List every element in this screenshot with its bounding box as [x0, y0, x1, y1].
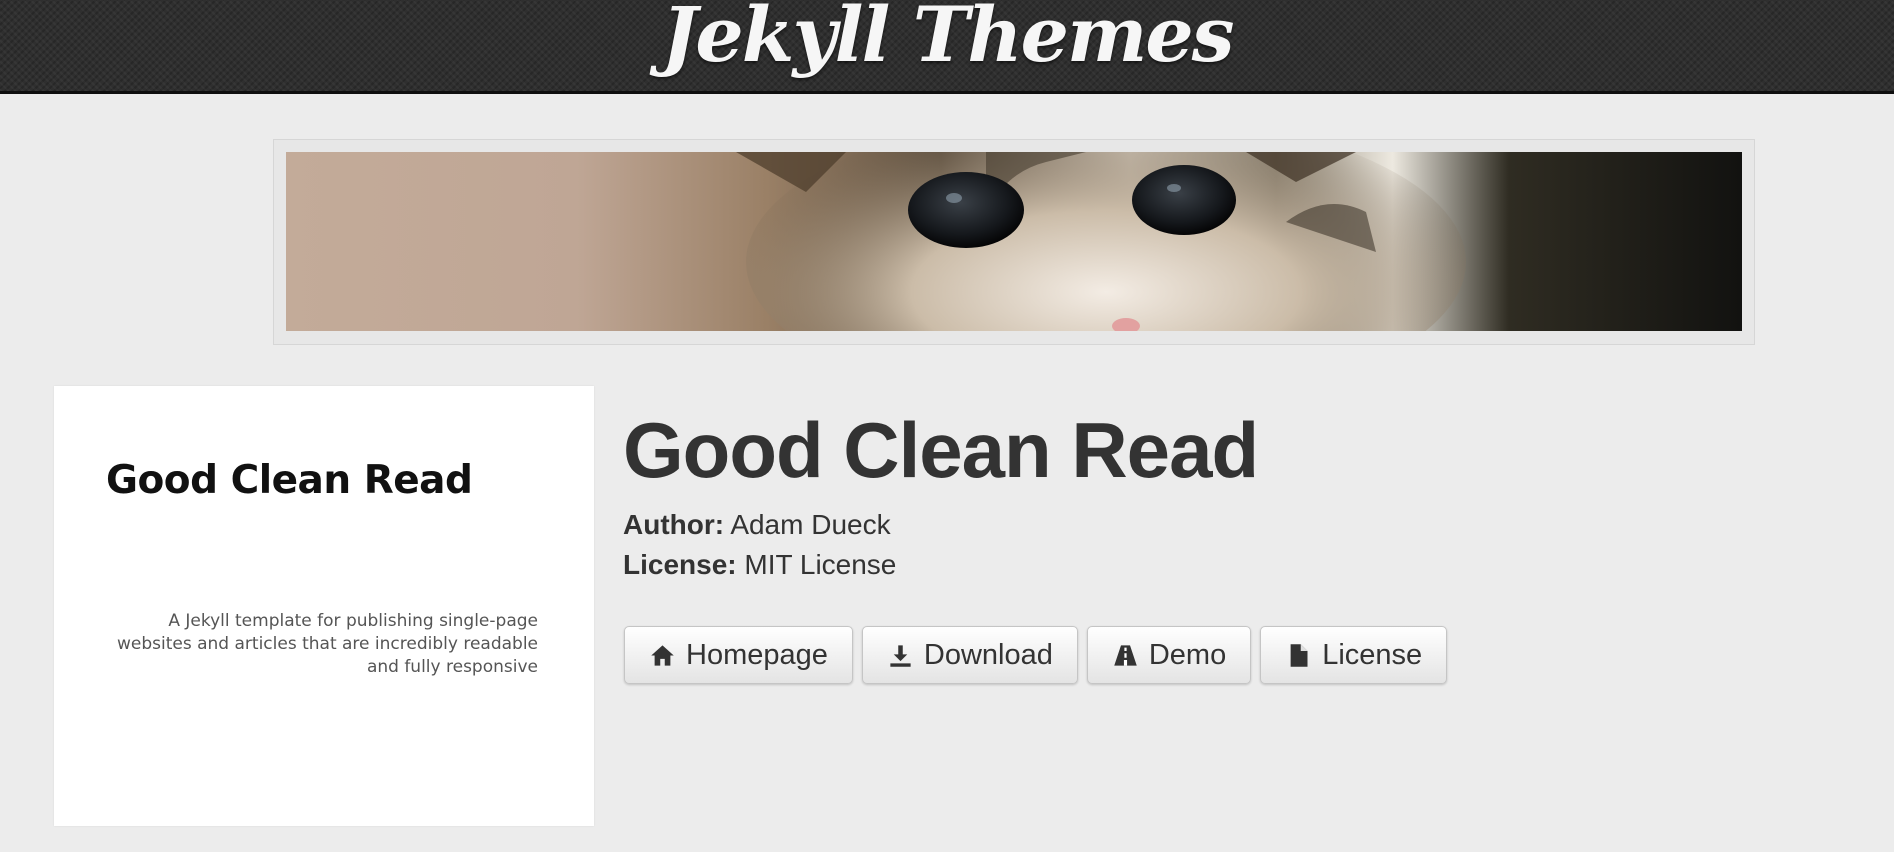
home-icon [649, 642, 676, 669]
author-line: Author: Adam Dueck [623, 509, 891, 541]
license-line: License: MIT License [623, 549, 896, 581]
banner-kitten-image [286, 152, 1742, 331]
license-value: MIT License [744, 549, 897, 580]
demo-button-label: Demo [1148, 638, 1227, 671]
homepage-button-label: Homepage [686, 638, 828, 671]
demo-button[interactable]: Demo [1086, 626, 1252, 684]
preview-description: A Jekyll template for publishing single-… [117, 611, 538, 677]
download-button-label: Download [923, 638, 1053, 671]
road-icon [1112, 642, 1139, 669]
site-header: Jekyll Themes [0, 0, 1894, 94]
license-button[interactable]: License [1260, 626, 1448, 684]
download-button[interactable]: Download [861, 626, 1078, 684]
preview-title: Good Clean Read [106, 458, 473, 503]
download-icon [887, 642, 914, 669]
theme-name: Good Clean Read [623, 406, 1259, 494]
file-icon [1285, 642, 1312, 669]
license-label: License: [623, 549, 737, 580]
author-value: Adam Dueck [730, 509, 891, 540]
license-button-label: License [1322, 638, 1423, 671]
banner-frame [273, 139, 1755, 345]
homepage-button[interactable]: Homepage [624, 626, 853, 684]
action-buttons: Homepage Download Demo License [624, 626, 1448, 684]
site-title[interactable]: Jekyll Themes [0, 0, 1894, 79]
theme-preview-card[interactable]: Good Clean Read A Jekyll template for pu… [54, 386, 594, 826]
author-label: Author: [623, 509, 725, 540]
